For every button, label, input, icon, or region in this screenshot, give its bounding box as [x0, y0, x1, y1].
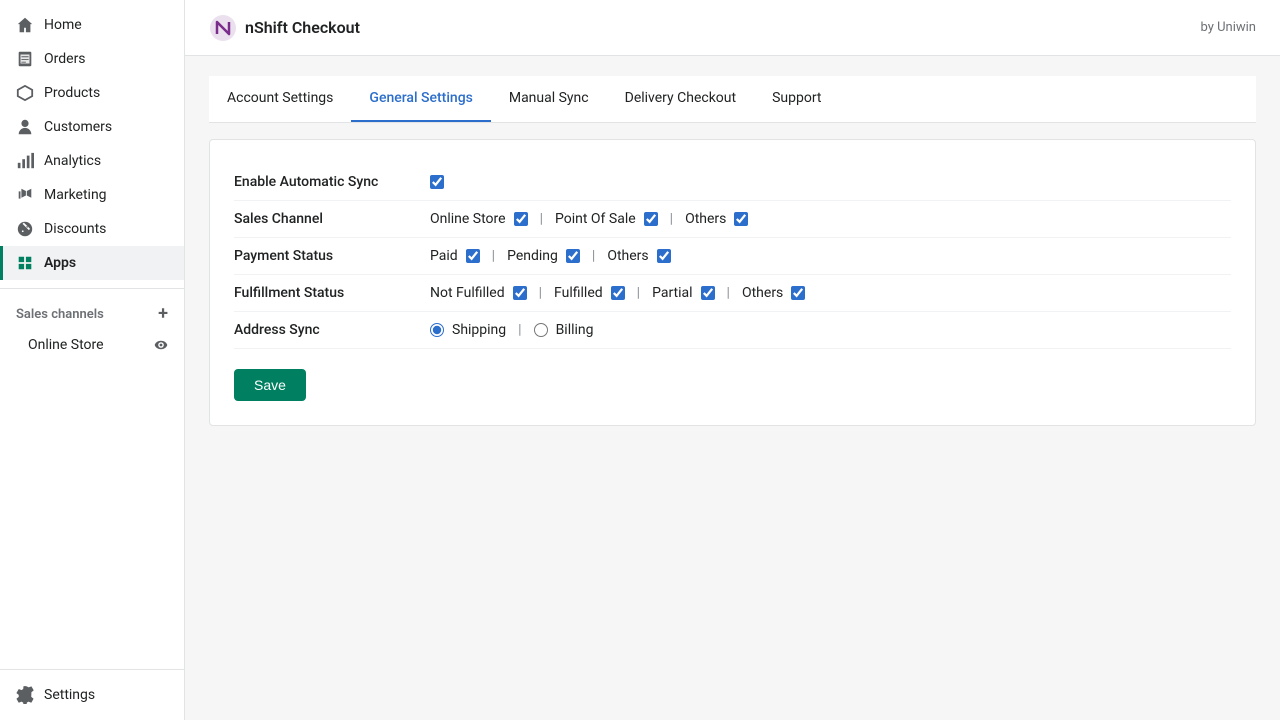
sidebar-item-analytics[interactable]: Analytics — [0, 144, 184, 178]
fulfillment-not-fulfilled-checkbox[interactable] — [513, 286, 527, 300]
home-icon — [16, 16, 34, 34]
customers-icon — [16, 118, 34, 136]
settings-row-sales-channel: Sales Channel Online Store | Point Of Sa… — [234, 201, 1231, 238]
main-content: nShift Checkout by Uniwin Account Settin… — [185, 0, 1280, 720]
eye-icon — [154, 338, 168, 352]
sidebar-nav: Home Orders Products Customers Analytics — [0, 0, 184, 669]
sidebar-item-home-label: Home — [44, 17, 82, 33]
billing-text: Billing — [556, 322, 594, 338]
sidebar-bottom: Settings — [0, 669, 184, 720]
sidebar: Home Orders Products Customers Analytics — [0, 0, 185, 720]
sidebar-item-settings-label: Settings — [44, 687, 95, 703]
sidebar-item-apps-label: Apps — [44, 255, 76, 271]
online-store-text: Online Store — [430, 211, 506, 227]
tab-delivery-checkout[interactable]: Delivery Checkout — [607, 76, 754, 122]
sidebar-item-orders[interactable]: Orders — [0, 42, 184, 76]
address-sync-billing-radio[interactable] — [534, 323, 548, 337]
sidebar-item-discounts-label: Discounts — [44, 221, 106, 237]
others-text-sales: Others — [685, 211, 726, 227]
sidebar-item-products-label: Products — [44, 85, 100, 101]
not-fulfilled-text: Not Fulfilled — [430, 285, 505, 301]
sidebar-item-customers-label: Customers — [44, 119, 112, 135]
fulfillment-status-value: Not Fulfilled | Fulfilled | Partial | Ot… — [430, 285, 805, 301]
tab-manual-sync[interactable]: Manual Sync — [491, 76, 607, 122]
online-store-label: Online Store — [28, 337, 104, 353]
sales-channel-label: Sales Channel — [234, 211, 414, 227]
app-name: nShift Checkout — [245, 18, 360, 37]
products-icon — [16, 84, 34, 102]
sidebar-item-marketing[interactable]: Marketing — [0, 178, 184, 212]
others-text-fulfillment: Others — [742, 285, 783, 301]
others-text-payment: Others — [607, 248, 648, 264]
address-sync-label: Address Sync — [234, 322, 414, 338]
tabs-bar: Account Settings General Settings Manual… — [209, 76, 1256, 123]
topbar: nShift Checkout by Uniwin — [185, 0, 1280, 56]
sales-channel-pos-checkbox[interactable] — [644, 212, 658, 226]
sales-channel-others-checkbox[interactable] — [734, 212, 748, 226]
sales-channels-label: Sales channels — [16, 307, 104, 322]
enable-automatic-sync-label: Enable Automatic Sync — [234, 174, 414, 190]
tab-account-settings[interactable]: Account Settings — [209, 76, 351, 122]
address-sync-value: Shipping | Billing — [430, 322, 594, 338]
payment-status-value: Paid | Pending | Others — [430, 248, 671, 264]
enable-automatic-sync-checkbox[interactable] — [430, 175, 444, 189]
fulfillment-fulfilled-checkbox[interactable] — [611, 286, 625, 300]
fulfillment-status-label: Fulfillment Status — [234, 285, 414, 301]
add-sales-channel-button[interactable]: + — [158, 305, 168, 323]
paid-text: Paid — [430, 248, 458, 264]
sidebar-item-home[interactable]: Home — [0, 8, 184, 42]
sidebar-item-products[interactable]: Products — [0, 76, 184, 110]
content-area: Account Settings General Settings Manual… — [185, 56, 1280, 720]
shipping-text: Shipping — [452, 322, 506, 338]
app-logo: nShift Checkout — [209, 14, 360, 42]
fulfillment-others-checkbox[interactable] — [791, 286, 805, 300]
partial-text: Partial — [652, 285, 692, 301]
sales-channel-online-store-checkbox[interactable] — [514, 212, 528, 226]
payment-status-label: Payment Status — [234, 248, 414, 264]
settings-card: Enable Automatic Sync Sales Channel Onli… — [209, 139, 1256, 426]
sidebar-item-apps[interactable]: Apps — [0, 246, 184, 280]
payment-status-pending-checkbox[interactable] — [566, 249, 580, 263]
marketing-icon — [16, 186, 34, 204]
sales-channels-header: Sales channels + — [0, 297, 184, 331]
point-of-sale-text: Point Of Sale — [555, 211, 636, 227]
sidebar-item-customers[interactable]: Customers — [0, 110, 184, 144]
settings-icon — [16, 686, 34, 704]
settings-row-address-sync: Address Sync Shipping | Billing — [234, 312, 1231, 349]
sidebar-item-analytics-label: Analytics — [44, 153, 101, 169]
analytics-icon — [16, 152, 34, 170]
tab-general-settings[interactable]: General Settings — [351, 76, 490, 122]
nshift-logo-icon — [209, 14, 237, 42]
sidebar-item-marketing-label: Marketing — [44, 187, 107, 203]
settings-row-fulfillment-status: Fulfillment Status Not Fulfilled | Fulfi… — [234, 275, 1231, 312]
sidebar-item-discounts[interactable]: Discounts — [0, 212, 184, 246]
topbar-byline: by Uniwin — [1201, 20, 1257, 35]
pending-text: Pending — [507, 248, 558, 264]
discounts-icon — [16, 220, 34, 238]
sidebar-divider — [0, 288, 184, 289]
payment-status-others-checkbox[interactable] — [657, 249, 671, 263]
tab-support[interactable]: Support — [754, 76, 839, 122]
fulfilled-text: Fulfilled — [554, 285, 603, 301]
save-button[interactable]: Save — [234, 369, 306, 401]
sales-channel-value: Online Store | Point Of Sale | Others — [430, 211, 748, 227]
enable-automatic-sync-value — [430, 175, 444, 189]
fulfillment-partial-checkbox[interactable] — [701, 286, 715, 300]
settings-row-enable-automatic-sync: Enable Automatic Sync — [234, 164, 1231, 201]
apps-icon — [16, 254, 34, 272]
sidebar-item-settings[interactable]: Settings — [0, 678, 184, 712]
sidebar-item-orders-label: Orders — [44, 51, 86, 67]
address-sync-shipping-radio[interactable] — [430, 323, 444, 337]
settings-row-payment-status: Payment Status Paid | Pending | Others — [234, 238, 1231, 275]
payment-status-paid-checkbox[interactable] — [466, 249, 480, 263]
sidebar-sub-item-online-store[interactable]: Online Store — [0, 331, 184, 359]
orders-icon — [16, 50, 34, 68]
